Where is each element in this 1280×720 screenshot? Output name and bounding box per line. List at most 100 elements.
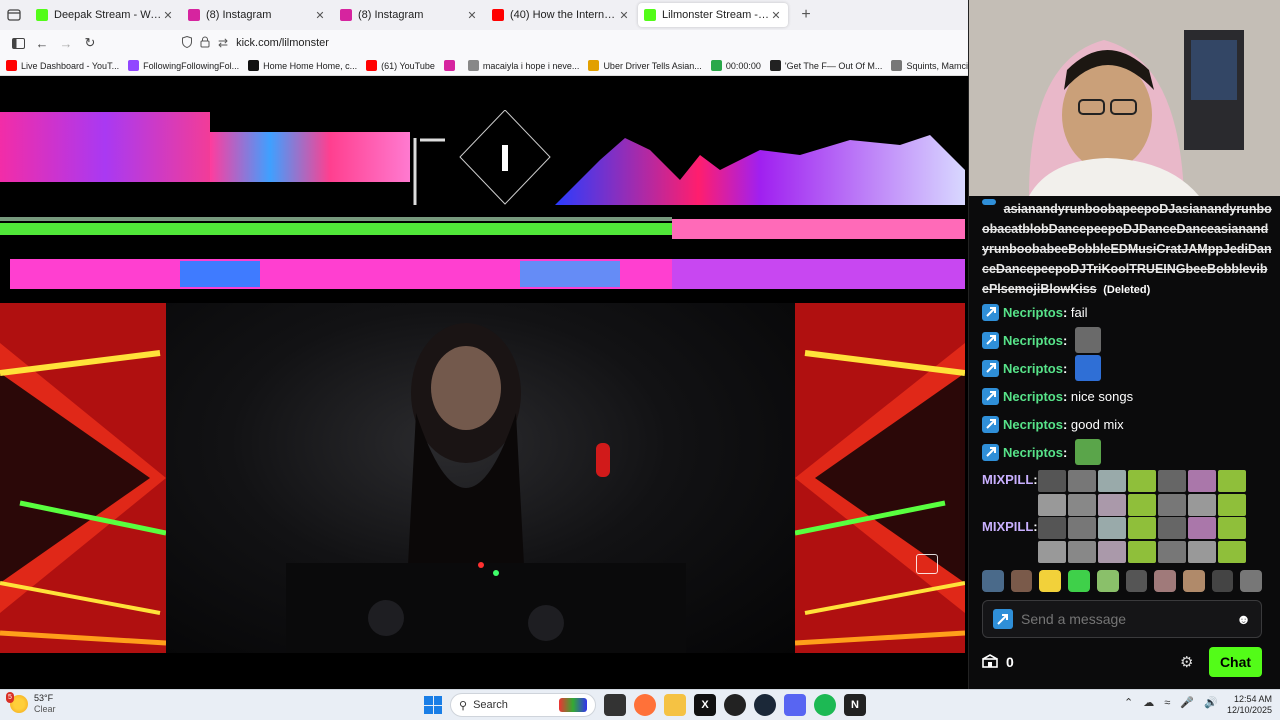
quick-emote[interactable] bbox=[982, 570, 1004, 592]
chat-emote[interactable] bbox=[1098, 494, 1126, 516]
chevron-up-icon[interactable]: ⌃ bbox=[1124, 696, 1133, 709]
browser-tab[interactable]: Lilmonster Stream - Watch✕ bbox=[638, 3, 788, 27]
bookmark-item[interactable]: Squints, Mamcita, Asia... bbox=[891, 60, 968, 71]
new-tab-button[interactable]: + bbox=[794, 6, 818, 24]
bookmark-item[interactable]: Home Home Home, c... bbox=[248, 60, 357, 71]
forward-icon[interactable]: → bbox=[54, 32, 78, 54]
browser-tab[interactable]: (40) How the Internet Unmaske✕ bbox=[486, 3, 636, 27]
sidebar-toggle-icon[interactable] bbox=[6, 32, 30, 54]
close-tab-icon[interactable]: ✕ bbox=[162, 9, 174, 22]
chat-emote[interactable] bbox=[1218, 494, 1246, 516]
firefox-icon[interactable] bbox=[634, 694, 656, 716]
stream-player[interactable] bbox=[0, 77, 965, 689]
quick-emote[interactable] bbox=[1096, 570, 1119, 592]
quick-emote[interactable] bbox=[1182, 570, 1205, 592]
chat-username[interactable]: Necriptos bbox=[1003, 333, 1063, 348]
chat-emote[interactable] bbox=[1158, 517, 1186, 539]
quick-emote[interactable] bbox=[1010, 570, 1033, 592]
chat-emote[interactable] bbox=[1074, 439, 1101, 465]
chat-emote[interactable] bbox=[1188, 541, 1216, 563]
steam-icon[interactable] bbox=[754, 694, 776, 716]
chat-emote[interactable] bbox=[1098, 517, 1126, 539]
chat-emote[interactable] bbox=[1068, 470, 1096, 492]
chat-username[interactable]: Necriptos bbox=[1003, 389, 1063, 404]
windows-start-icon[interactable] bbox=[424, 696, 442, 714]
microphone-icon[interactable]: 🎤 bbox=[1180, 696, 1194, 709]
chat-emote[interactable] bbox=[1098, 470, 1126, 492]
weather-widget[interactable]: 5 53°F Clear bbox=[6, 692, 56, 715]
close-tab-icon[interactable]: ✕ bbox=[466, 9, 478, 22]
bookmark-item[interactable]: macaiyla i hope i neve... bbox=[467, 60, 579, 71]
close-tab-icon[interactable]: ✕ bbox=[314, 9, 326, 22]
expand-icon[interactable] bbox=[916, 554, 938, 574]
chat-emote[interactable] bbox=[1038, 470, 1066, 492]
chat-emote[interactable] bbox=[1128, 541, 1156, 563]
chat-emote[interactable] bbox=[1128, 494, 1156, 516]
chat-emote[interactable] bbox=[1038, 541, 1066, 563]
chat-emote[interactable] bbox=[1188, 517, 1216, 539]
bookmark-item[interactable] bbox=[443, 60, 459, 71]
permissions-icon[interactable]: ⇄ bbox=[218, 36, 228, 50]
bookmark-item[interactable]: 00:00:00 bbox=[710, 60, 761, 71]
shield-icon[interactable] bbox=[182, 35, 192, 51]
chat-username[interactable]: Necriptos bbox=[1003, 417, 1063, 432]
chat-emote[interactable] bbox=[1158, 541, 1186, 563]
obs-icon[interactable] bbox=[724, 694, 746, 716]
chat-emote[interactable] bbox=[1098, 541, 1126, 563]
lock-icon[interactable] bbox=[200, 36, 210, 51]
chat-username[interactable]: Necriptos bbox=[1003, 305, 1063, 320]
tab-list-icon[interactable] bbox=[0, 0, 28, 30]
chat-emote[interactable] bbox=[1068, 541, 1096, 563]
close-tab-icon[interactable]: ✕ bbox=[618, 9, 630, 22]
quick-emote[interactable] bbox=[1154, 570, 1176, 592]
chat-emote[interactable] bbox=[1128, 470, 1156, 492]
taskbar-search[interactable]: ⚲ Search bbox=[450, 693, 596, 717]
bookmark-item[interactable]: (61) YouTube bbox=[366, 60, 435, 71]
chat-username[interactable]: Necriptos bbox=[1003, 361, 1063, 376]
chat-emote[interactable] bbox=[1188, 494, 1216, 516]
app-icon[interactable]: N bbox=[844, 694, 866, 716]
address-bar[interactable]: ⇄ kick.com/lilmonster bbox=[182, 32, 329, 54]
reload-icon[interactable]: ↻ bbox=[78, 32, 102, 54]
back-icon[interactable]: ← bbox=[30, 32, 54, 54]
chat-emote[interactable] bbox=[1068, 517, 1096, 539]
url-text[interactable]: kick.com/lilmonster bbox=[236, 37, 329, 49]
gear-icon[interactable]: ⚙ bbox=[1180, 653, 1193, 671]
chat-emote[interactable] bbox=[1218, 541, 1246, 563]
taskbar-clock[interactable]: 12:54 AM 12/10/2025 bbox=[1216, 694, 1272, 716]
bookmark-item[interactable]: FollowingFollowingFol... bbox=[128, 60, 239, 71]
network-icon[interactable]: ☁ bbox=[1143, 696, 1154, 709]
spotify-icon[interactable] bbox=[814, 694, 836, 716]
browser-tab[interactable]: (8) Instagram ✕ bbox=[182, 3, 332, 27]
quick-emote[interactable] bbox=[1068, 570, 1090, 592]
chat-emote[interactable] bbox=[1128, 517, 1156, 539]
chat-emote[interactable] bbox=[1158, 494, 1186, 516]
bookmark-item[interactable]: Uber Driver Tells Asian... bbox=[588, 60, 702, 71]
chat-emote[interactable] bbox=[1074, 355, 1101, 381]
quick-emote[interactable] bbox=[1039, 570, 1062, 592]
chat-emote[interactable] bbox=[1158, 470, 1186, 492]
file-explorer-icon[interactable] bbox=[664, 694, 686, 716]
chat-emote[interactable] bbox=[1218, 517, 1246, 539]
quick-emote[interactable] bbox=[1211, 570, 1234, 592]
chat-username[interactable]: Necriptos bbox=[1003, 445, 1063, 460]
browser-tab[interactable]: (8) Instagram ✕ bbox=[334, 3, 484, 27]
x-app-icon[interactable]: X bbox=[694, 694, 716, 716]
chat-send-button[interactable]: Chat bbox=[1209, 647, 1262, 677]
chat-emote[interactable] bbox=[1068, 494, 1096, 516]
wifi-icon[interactable]: ≈ bbox=[1164, 697, 1170, 709]
emoji-icon[interactable]: ☻ bbox=[1236, 611, 1251, 627]
chat-input-box[interactable]: ☻ bbox=[982, 600, 1262, 638]
task-view-icon[interactable] bbox=[604, 694, 626, 716]
browser-tab[interactable]: Deepak Stream - Watch Live on✕ bbox=[30, 3, 180, 27]
chat-emote[interactable] bbox=[1038, 517, 1066, 539]
quick-emote[interactable] bbox=[1240, 570, 1263, 592]
discord-icon[interactable] bbox=[784, 694, 806, 716]
chat-emote[interactable] bbox=[1218, 470, 1246, 492]
chat-emote[interactable] bbox=[1038, 494, 1066, 516]
chat-message-input[interactable] bbox=[1021, 611, 1237, 627]
points-icon[interactable] bbox=[982, 653, 998, 671]
chat-emote[interactable] bbox=[1188, 470, 1216, 492]
quick-emote[interactable] bbox=[1125, 570, 1148, 592]
close-tab-icon[interactable]: ✕ bbox=[770, 9, 782, 22]
